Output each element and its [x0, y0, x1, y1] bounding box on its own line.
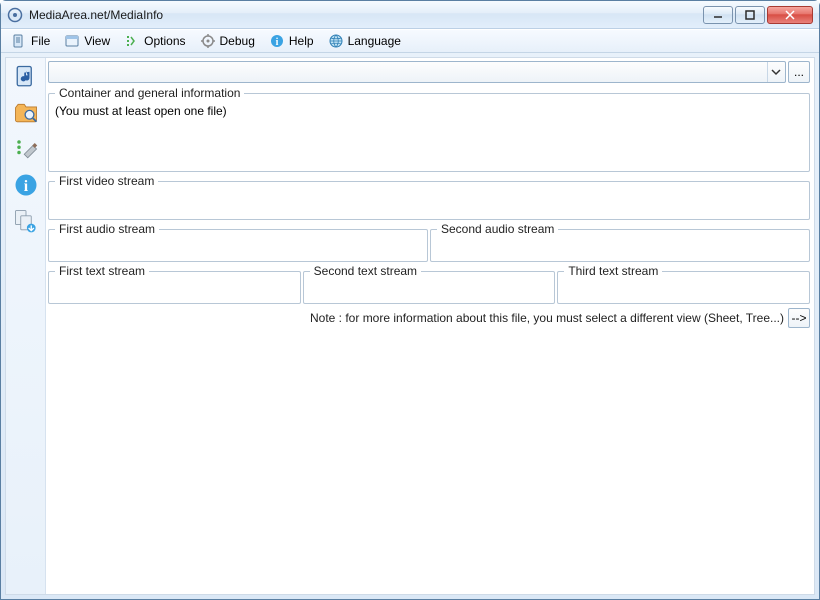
menu-view-label: View	[84, 34, 110, 48]
pane-audio-2: Second audio stream	[430, 222, 810, 262]
menu-help-label: Help	[289, 34, 314, 48]
view-icon	[64, 33, 80, 49]
sidebar: i	[6, 58, 46, 594]
file-icon	[11, 33, 27, 49]
pane-general: Container and general information (You m…	[48, 86, 810, 172]
menu-options[interactable]: Options	[118, 31, 191, 51]
pane-general-legend: Container and general information	[55, 86, 244, 100]
window-buttons	[703, 6, 813, 24]
menu-options-label: Options	[144, 34, 185, 48]
info-icon: i	[12, 171, 40, 202]
chevron-down-icon	[767, 62, 783, 82]
pane-video: First video stream	[48, 174, 810, 220]
sidebar-preferences-button[interactable]	[10, 134, 42, 166]
menu-help[interactable]: i Help	[263, 31, 320, 51]
note-row: Note : for more information about this f…	[48, 306, 810, 330]
pane-text-3: Third text stream	[557, 264, 810, 304]
pane-text-2-legend: Second text stream	[310, 264, 421, 278]
arrow-right-icon: -->	[792, 311, 807, 325]
pane-text-1-legend: First text stream	[55, 264, 149, 278]
sidebar-about-button[interactable]: i	[10, 170, 42, 202]
preferences-icon	[12, 135, 40, 166]
sidebar-open-folder-button[interactable]	[10, 98, 42, 130]
menu-language-label: Language	[348, 34, 401, 48]
file-select-row: ...	[48, 60, 810, 84]
maximize-button[interactable]	[735, 6, 765, 24]
window: MediaArea.net/MediaInfo File View	[0, 0, 820, 600]
browse-label: ...	[794, 65, 804, 79]
svg-text:i: i	[23, 178, 28, 195]
help-icon: i	[269, 33, 285, 49]
pane-general-body: (You must at least open one file)	[55, 104, 803, 118]
file-music-icon	[12, 63, 40, 94]
info-panes: Container and general information (You m…	[48, 86, 810, 330]
menu-file[interactable]: File	[5, 31, 56, 51]
menu-language[interactable]: Language	[322, 31, 407, 51]
app-icon	[7, 7, 23, 23]
sidebar-export-button[interactable]	[10, 206, 42, 238]
close-button[interactable]	[767, 6, 813, 24]
menubar: File View Options Debug i Help	[1, 29, 819, 53]
menu-file-label: File	[31, 34, 50, 48]
titlebar: MediaArea.net/MediaInfo	[1, 1, 819, 29]
svg-text:i: i	[275, 37, 278, 48]
pane-text-2: Second text stream	[303, 264, 556, 304]
file-dropdown[interactable]	[48, 61, 786, 83]
pane-audio-1: First audio stream	[48, 222, 428, 262]
main-panel: ... Container and general information (Y…	[46, 58, 814, 594]
pane-audio-2-legend: Second audio stream	[437, 222, 558, 236]
note-text: Note : for more information about this f…	[310, 311, 784, 325]
menu-debug[interactable]: Debug	[194, 31, 261, 51]
browse-button[interactable]: ...	[788, 61, 810, 83]
pane-video-legend: First video stream	[55, 174, 158, 188]
menu-view[interactable]: View	[58, 31, 116, 51]
export-icon	[12, 207, 40, 238]
change-view-button[interactable]: -->	[788, 308, 810, 328]
pane-text-3-legend: Third text stream	[564, 264, 662, 278]
minimize-button[interactable]	[703, 6, 733, 24]
sidebar-open-file-button[interactable]	[10, 62, 42, 94]
folder-search-icon	[12, 99, 40, 130]
options-icon	[124, 33, 140, 49]
pane-text-1: First text stream	[48, 264, 301, 304]
language-icon	[328, 33, 344, 49]
menu-debug-label: Debug	[220, 34, 255, 48]
debug-icon	[200, 33, 216, 49]
pane-audio-1-legend: First audio stream	[55, 222, 159, 236]
window-title: MediaArea.net/MediaInfo	[29, 8, 163, 22]
client-area: i ... C	[5, 57, 815, 595]
